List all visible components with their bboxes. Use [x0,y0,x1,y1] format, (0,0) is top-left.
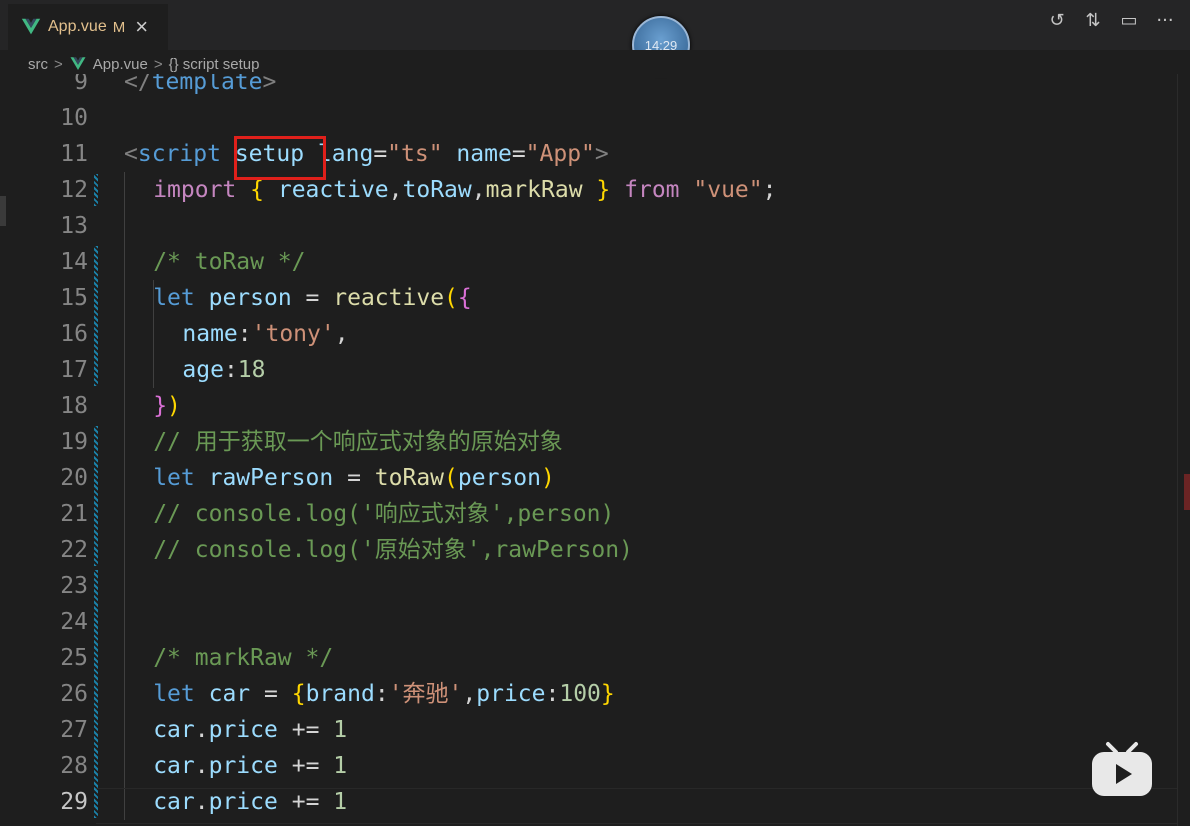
gutter-change-marker [94,570,98,818]
bilibili-tv-icon [1092,742,1152,796]
code-line[interactable]: 28 car.price += 1 [0,748,1178,784]
code-text: let car = {brand:'奔驰',price:100} [153,681,615,707]
line-number: 21 [60,501,88,527]
line-number: 28 [60,753,88,779]
gutter-change-marker [94,174,98,206]
code-line[interactable]: 13 [0,208,1178,244]
breadcrumb-separator: > [153,55,163,73]
breadcrumb-file[interactable]: App.vue [93,56,148,73]
editor-scrollbar[interactable] [1177,74,1190,826]
line-number: 24 [60,609,88,635]
compare-icon[interactable]: ⇅ [1082,10,1104,31]
breadcrumb-separator: > [54,55,63,73]
code-line[interactable]: 18}) [0,388,1178,424]
code-line[interactable]: 17 age:18 [0,352,1178,388]
line-number: 14 [60,249,88,275]
scrollbar-change-marker [1184,474,1190,510]
code-text: </template> [124,74,277,95]
more-icon[interactable]: ··· [1154,10,1176,31]
code-text: car.price += 1 [153,753,348,779]
code-line[interactable]: 15 let person = reactive({ [0,280,1178,316]
code-line[interactable]: 16 name:'tony', [0,316,1178,352]
line-number: 13 [60,213,88,239]
line-number: 27 [60,717,88,743]
line-number: 22 [60,537,88,563]
code-line[interactable]: 10 [0,100,1178,136]
code-line[interactable]: 12 import { reactive,toRaw,markRaw } from… [0,172,1178,208]
code-text: car.price += 1 [153,717,348,743]
tab-app-vue[interactable]: App.vue M × [8,4,168,50]
code-text: /* toRaw */ [153,249,306,275]
editor-toolbar: ↺ ⇅ ▭ ··· [1046,10,1176,31]
code-text: // 用于获取一个响应式对象的原始对象 [153,429,563,455]
code-text: let rawPerson = toRaw(person) [153,465,555,491]
code-text: }) [153,393,181,419]
line-number: 16 [60,321,88,347]
code-line[interactable]: 11 <script setup lang="ts" name="App"> [0,136,1178,172]
line-number: 23 [60,573,88,599]
line-number: 18 [60,393,88,419]
code-text: age:18 [182,357,266,383]
code-line[interactable]: 19 // 用于获取一个响应式对象的原始对象 [0,424,1178,460]
gutter-change-marker [94,246,98,386]
tab-bar: App.vue M × ↺ ⇅ ▭ ··· [0,0,1190,50]
breadcrumb-symbol[interactable]: {} script setup [169,56,260,73]
code-line[interactable]: 9 </template> [0,74,1178,100]
history-icon[interactable]: ↺ [1046,10,1068,31]
code-text: // console.log('原始对象',rawPerson) [153,537,633,563]
modified-indicator: M [112,18,126,36]
line-number: 26 [60,681,88,707]
code-text: <script setup lang="ts" name="App"> [124,141,609,167]
code-text: /* markRaw */ [153,645,334,671]
code-line[interactable]: 24 [0,604,1178,640]
indent-guide [153,280,155,388]
split-editor-icon[interactable]: ▭ [1118,10,1140,31]
code-line[interactable]: 26 let car = {brand:'奔驰',price:100} [0,676,1178,712]
code-line[interactable]: 21 // console.log('响应式对象',person) [0,496,1178,532]
vue-file-icon [21,18,41,35]
line-number: 11 [60,141,88,167]
code-line[interactable]: 25 /* markRaw */ [0,640,1178,676]
vue-file-icon [70,57,86,70]
gutter-change-marker [94,426,98,566]
code-line[interactable]: 20 let rawPerson = toRaw(person) [0,460,1178,496]
code-text: name:'tony', [182,321,349,347]
close-icon[interactable]: × [135,16,148,38]
line-number: 15 [60,285,88,311]
code-text: let person = reactive({ [153,285,472,311]
indent-guide [124,172,125,820]
line-number: 25 [60,645,88,671]
code-text: // console.log('响应式对象',person) [153,501,615,527]
line-number: 9 [74,74,88,95]
code-line[interactable]: 22 // console.log('原始对象',rawPerson) [0,532,1178,568]
line-number: 12 [60,177,88,203]
code-editor[interactable]: 9 </template> 10 11 <script setup lang="ts" … [0,74,1178,826]
current-line-highlight [96,788,1178,824]
tab-filename: App.vue [48,18,107,35]
code-line[interactable]: 14 /* toRaw */ [0,244,1178,280]
line-number: 17 [60,357,88,383]
line-number: 20 [60,465,88,491]
line-number: 10 [60,105,88,131]
breadcrumb-folder[interactable]: src [28,56,48,73]
line-number: 29 [60,789,88,815]
code-line[interactable]: 23 [0,568,1178,604]
line-number: 19 [60,429,88,455]
code-line[interactable]: 27 car.price += 1 [0,712,1178,748]
setup-highlight-box [234,136,326,180]
